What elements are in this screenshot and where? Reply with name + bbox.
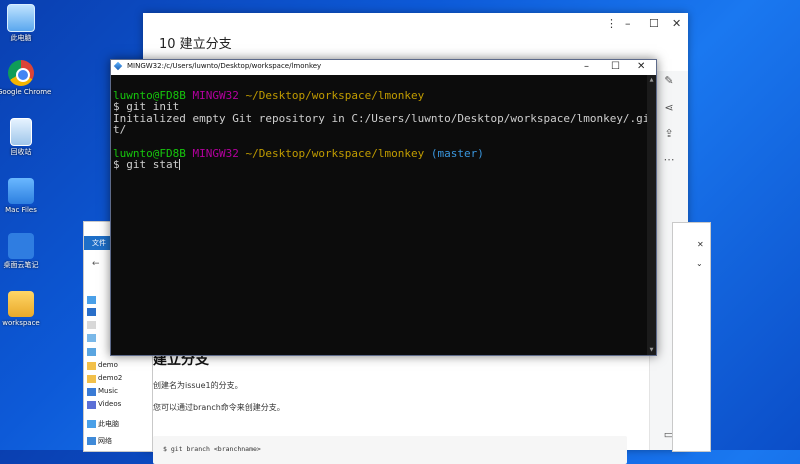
nav-item-demo[interactable]: demo [98,361,118,369]
picture-icon [87,334,96,342]
export-icon[interactable]: ⇪ [662,127,676,141]
desktop-icon-notes[interactable]: 桌面云笔记 [0,233,45,269]
desktop-icon-label: Mac Files [5,206,37,214]
document-title: 10 建立分支 [159,37,232,52]
code-block: $ git branch <branchname> [153,436,627,464]
desktop-icon-this-pc[interactable]: 此电脑 [0,4,45,42]
prompt-path: ~/Desktop/workspace/lmonkey [245,146,425,160]
nav-item-music[interactable]: Music [98,387,118,395]
prompt-path: ~/Desktop/workspace/lmonkey [245,88,425,102]
close-icon[interactable]: ✕ [697,240,704,249]
desktop-icon-label: 桌面云笔记 [3,261,39,269]
prompt-system: MINGW32 [192,146,239,160]
background-window-right: ✕ ⌄ [672,222,711,452]
text-cursor [179,159,181,171]
terminal-title: MINGW32:/c/Users/luwnto/Desktop/workspac… [127,62,322,70]
minimize-button[interactable]: – [584,61,589,72]
folder-icon [8,291,34,317]
prompt-branch: (master) [430,146,484,160]
prompt-line: luwnto@FD8B MINGW32 ~/Desktop/workspace/… [113,88,646,102]
folder-icon [87,375,96,383]
back-arrow-icon[interactable]: ← [92,259,100,269]
edit-icon[interactable]: ✎ [662,74,676,88]
nav-item-this-pc[interactable]: 此电脑 [98,419,119,429]
folder-icon [87,362,96,370]
prompt-system: MINGW32 [192,88,239,102]
folder-icon [8,178,34,204]
computer-icon [7,4,35,32]
maximize-button[interactable]: ☐ [611,61,620,72]
paragraph: 您可以通过branch命令来创建分支。 [153,403,285,412]
paragraph: 创建名为issue1的分支。 [153,381,243,390]
desktop-icon-mac-files[interactable]: Mac Files [0,178,45,214]
mingw-icon [113,61,123,71]
share-icon[interactable]: ⋖ [662,101,676,115]
desktop-icon-recycle-bin[interactable]: 回收站 [0,118,45,156]
desktop-icon-label: workspace [2,319,40,327]
maximize-button[interactable]: ☐ [649,17,659,30]
desktop-icon-workspace[interactable]: workspace [0,291,45,327]
more-vertical-icon[interactable]: ⋮ [606,17,617,30]
close-button[interactable]: ✕ [637,61,645,72]
minimize-button[interactable]: – [625,17,631,30]
network-icon [87,437,96,445]
chevron-down-icon[interactable]: ⌄ [696,259,703,268]
scroll-down-icon[interactable]: ▼ [647,347,656,353]
nav-item-demo2[interactable]: demo2 [98,374,122,382]
desktop-icon [87,296,96,304]
scroll-up-icon[interactable]: ▲ [647,77,656,83]
terminal-screen[interactable]: luwnto@FD8B MINGW32 ~/Desktop/workspace/… [113,78,650,355]
music-icon [87,388,96,396]
image-icon [87,348,96,356]
note-icon [8,233,34,259]
download-icon [87,308,96,316]
document-icon [87,321,96,329]
more-icon[interactable]: ⋯ [662,153,676,167]
computer-icon [87,420,96,428]
desktop-icon-chrome[interactable]: Google Chrome [0,60,52,96]
desktop-icon-label: 回收站 [10,148,32,156]
current-command: $ git stat [113,158,180,172]
terminal-scrollbar[interactable]: ▲ ▼ [647,75,656,355]
terminal-titlebar: MINGW32:/c/Users/luwnto/Desktop/workspac… [111,60,656,75]
nav-item-videos[interactable]: Videos [98,400,121,408]
chrome-icon [8,60,34,86]
desktop-icon-label: 此电脑 [10,34,32,42]
prompt-line: luwnto@FD8B MINGW32 ~/Desktop/workspace/… [113,146,646,160]
code-text: $ git branch <branchname> [163,445,261,453]
nav-item-network[interactable]: 网络 [98,436,112,446]
output-line: t/ [113,123,127,137]
video-icon [87,401,96,409]
output-line: Initialized empty Git repository in C:/U… [113,111,650,125]
terminal-window: MINGW32:/c/Users/luwnto/Desktop/workspac… [110,59,657,356]
desktop-icon-label: Google Chrome [0,88,52,96]
recycle-bin-icon [10,118,32,146]
command-line[interactable]: $ git stat [113,159,646,171]
close-button[interactable]: ✕ [672,17,681,30]
